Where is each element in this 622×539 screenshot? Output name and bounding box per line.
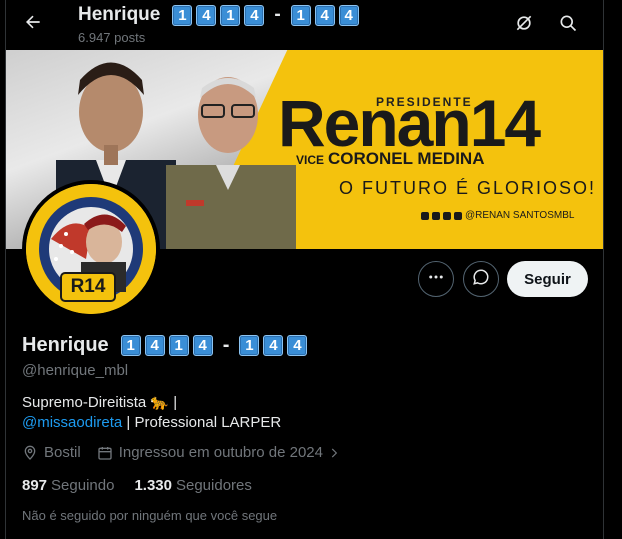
profile-name-text: Henrique	[22, 334, 109, 356]
name-separator: -	[222, 334, 230, 356]
not-followed-notice: Não é seguido por ninguém que você segue	[22, 508, 278, 523]
chevron-right-icon[interactable]	[327, 446, 341, 460]
back-button[interactable]	[16, 7, 50, 41]
name-separator: -	[274, 4, 281, 25]
follow-button[interactable]: Seguir	[507, 261, 588, 297]
post-count: 6.947 posts	[78, 30, 146, 45]
social-icon	[443, 211, 451, 220]
banner-social: @RENAN SANTOSMBL	[421, 210, 574, 221]
keycap-digit: 4	[244, 4, 265, 26]
banner-coronel: CORONEL MEDINA	[328, 149, 485, 168]
social-icon	[421, 211, 429, 220]
message-icon	[472, 268, 490, 291]
search-button[interactable]	[552, 9, 584, 41]
search-icon	[558, 13, 578, 38]
follow-stats: 897 Seguindo 1.330 Seguidores	[22, 477, 252, 494]
followers-label: Seguidores	[175, 477, 252, 494]
more-button[interactable]	[418, 261, 454, 297]
header-name-text: Henrique	[78, 4, 161, 25]
keycap-digit: 4	[196, 4, 217, 26]
keycap-digit: 1	[168, 335, 189, 356]
grok-icon	[514, 13, 534, 38]
header-name: Henrique 1 4 1 4 - 1 4 4	[78, 4, 359, 26]
keycap-digit: 4	[263, 335, 284, 356]
joined-text: Ingressou em outubro de 2024	[118, 444, 323, 461]
profile-page: Henrique 1 4 1 4 - 1 4 4 6.947 posts PRE…	[5, 0, 604, 539]
top-bar: Henrique 1 4 1 4 - 1 4 4 6.947 posts	[6, 0, 603, 50]
followers-count: 1.330	[134, 477, 172, 494]
message-button[interactable]	[463, 261, 499, 297]
banner-slogan: O FUTURO É GLORIOSO!	[339, 178, 597, 198]
following-label: Seguindo	[51, 477, 115, 494]
keycap-digit: 1	[172, 4, 193, 26]
bio-line-2: @missaodireta | Professional LARPER	[22, 414, 281, 431]
keycap-digit: 4	[192, 335, 213, 356]
profile-handle: @henrique_mbl	[22, 362, 129, 379]
keycap-digit: 1	[120, 335, 141, 356]
banner-social-handle: @RENAN SANTOSMBL	[465, 210, 575, 221]
avatar[interactable]: R14	[22, 180, 160, 318]
bio-text: | Professional LARPER	[122, 414, 282, 431]
social-icon	[432, 211, 440, 220]
calendar-icon	[97, 445, 113, 461]
keycap-digit: 1	[239, 335, 260, 356]
grok-button[interactable]	[508, 9, 540, 41]
keycap-digit: 1	[220, 4, 241, 26]
keycap-digit: 4	[144, 335, 165, 356]
profile-name: Henrique 1 4 1 4 - 1 4 4	[22, 334, 308, 357]
banner-vice: VICE	[296, 153, 325, 167]
bio-mention-link[interactable]: @missaodireta	[22, 414, 122, 431]
location-icon	[22, 445, 38, 461]
banner-renan: Renan14	[278, 86, 541, 160]
profile-meta: Bostil Ingressou em outubro de 2024	[22, 444, 347, 461]
keycap-digit: 4	[338, 4, 359, 26]
keycap-digit: 4	[314, 4, 335, 26]
more-icon	[427, 268, 445, 291]
avatar-badge: R14	[60, 272, 116, 302]
bio-line-1: Supremo-Direitista 🐆 |	[22, 394, 178, 411]
followers-link[interactable]: 1.330 Seguidores	[134, 477, 251, 494]
following-link[interactable]: 897 Seguindo	[22, 477, 114, 494]
location-text: Bostil	[44, 444, 81, 461]
keycap-digit: 1	[290, 4, 311, 26]
keycap-digit: 4	[287, 335, 308, 356]
social-icon	[454, 211, 462, 220]
following-count: 897	[22, 477, 48, 494]
back-arrow-icon	[23, 12, 43, 37]
